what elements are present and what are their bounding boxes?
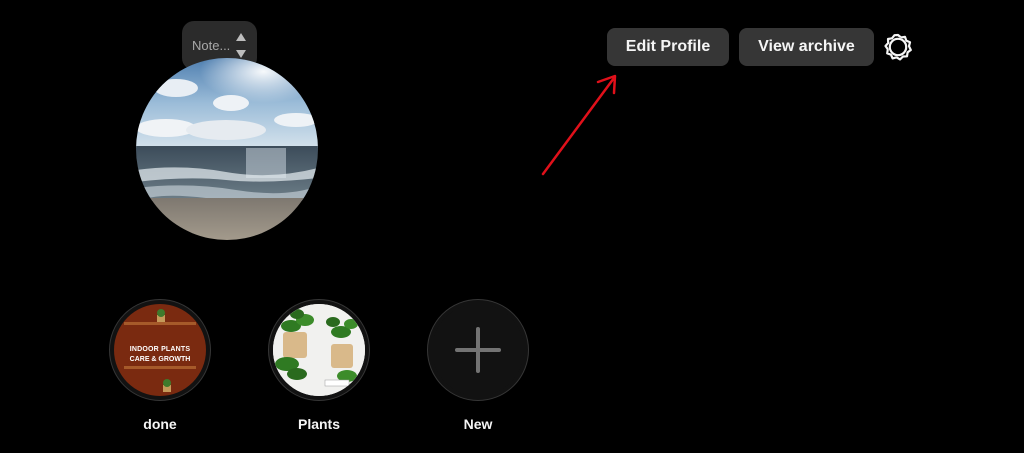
highlight-plants[interactable]: Plants [267, 299, 371, 432]
highlight-done[interactable]: INDOOR PLANTS CARE & GROWTH done [108, 299, 212, 432]
plant-pot-icon [163, 379, 171, 392]
edit-profile-button[interactable]: Edit Profile [607, 28, 729, 66]
gear-icon[interactable] [882, 31, 914, 63]
highlight-label: Plants [297, 416, 340, 432]
plus-icon [455, 327, 501, 373]
highlight-new[interactable]: New [426, 299, 530, 432]
annotation-arrow-icon [541, 74, 617, 176]
avatar-beach-image [136, 58, 318, 240]
note-placeholder: Note... [192, 38, 231, 53]
cover-subtitle: CARE & GROWTH [129, 356, 191, 363]
highlight-ring [268, 299, 370, 401]
plant-pot-icon [157, 309, 165, 322]
plants-photo [273, 304, 365, 396]
shelf [124, 322, 196, 325]
highlight-cover-indoor-plants: INDOOR PLANTS CARE & GROWTH [114, 304, 206, 396]
highlight-label: New [463, 416, 493, 432]
avatar[interactable] [136, 58, 318, 240]
stepper-arrows-icon[interactable] [234, 31, 248, 61]
view-archive-button[interactable]: View archive [739, 28, 874, 66]
highlight-label: done [143, 416, 177, 432]
highlight-ring: INDOOR PLANTS CARE & GROWTH [109, 299, 211, 401]
profile-page: Note... Edit Profile View archive INDOOR… [0, 0, 1024, 453]
highlight-ring [427, 299, 529, 401]
highlight-cover-plants [273, 304, 365, 396]
shelf [124, 366, 196, 369]
new-highlight-circle [432, 304, 524, 396]
cover-title: INDOOR PLANTS [129, 346, 191, 353]
